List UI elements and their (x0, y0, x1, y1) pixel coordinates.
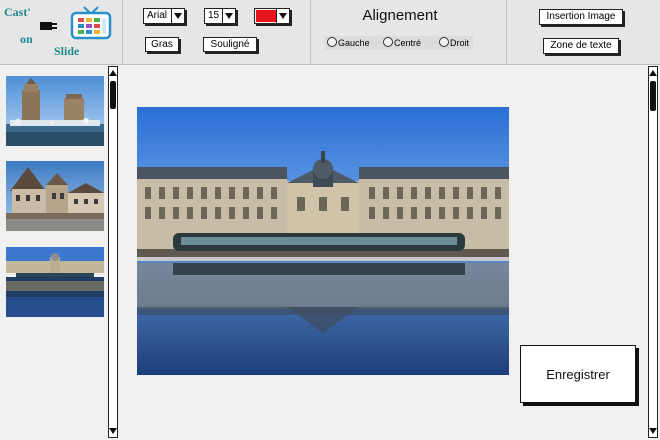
font-select[interactable]: Arial (143, 8, 185, 24)
color-select[interactable] (254, 8, 290, 24)
underline-button[interactable]: Souligné (203, 37, 257, 52)
chevron-down-icon[interactable] (222, 9, 235, 23)
logo-text-slide: Slide (54, 44, 80, 58)
logo-text-on: on (20, 32, 33, 46)
textbox-button[interactable]: Zone de texte (543, 38, 619, 54)
scroll-down-icon[interactable] (109, 426, 117, 436)
scroll-up-icon[interactable] (649, 68, 657, 78)
radio-circle-icon (383, 37, 393, 47)
align-center-radio[interactable]: Centré (383, 37, 421, 48)
slide-thumb-2[interactable] (6, 161, 104, 231)
radio-circle-icon (439, 37, 449, 47)
scroll-up-icon[interactable] (109, 68, 117, 78)
chevron-down-icon[interactable] (276, 9, 289, 23)
chevron-down-icon[interactable] (171, 9, 184, 23)
tv-icon (70, 6, 112, 40)
divider (506, 0, 507, 64)
plug-icon (40, 22, 57, 30)
slide-image[interactable] (137, 107, 509, 375)
align-left-radio[interactable]: Gauche (327, 37, 370, 48)
slide-thumb-2-image (6, 161, 104, 231)
align-right-radio[interactable]: Droit (439, 37, 469, 48)
save-button[interactable]: Enregistrer (520, 345, 636, 403)
divider (310, 0, 311, 64)
divider (122, 0, 123, 64)
slide-image-content (137, 107, 509, 375)
color-swatch (256, 10, 278, 22)
scrollbar-thumb[interactable] (650, 81, 656, 111)
align-center-label: Centré (394, 38, 422, 48)
slide-thumb-3-image (6, 247, 104, 317)
alignment-radio-group: Gauche Centré Droit (325, 36, 473, 50)
slide-thumb-1-image (6, 76, 104, 146)
logo-text-cast: Cast' (4, 5, 31, 19)
bold-button[interactable]: Gras (145, 37, 179, 52)
radio-circle-icon (327, 37, 337, 47)
align-left-label: Gauche (338, 38, 370, 48)
font-size-select[interactable]: 15 (204, 8, 236, 24)
editor-scrollbar[interactable] (648, 66, 658, 438)
slide-thumb-1[interactable] (6, 76, 104, 146)
font-select-value: Arial (147, 10, 168, 21)
align-right-label: Droit (450, 38, 470, 48)
scroll-down-icon[interactable] (649, 426, 657, 436)
slides-scrollbar[interactable] (108, 66, 118, 438)
alignment-title: Alignement (362, 7, 438, 24)
font-size-value: 15 (208, 10, 220, 21)
slide-thumb-3[interactable] (6, 247, 104, 317)
scrollbar-thumb[interactable] (110, 81, 116, 109)
insert-image-button[interactable]: Insertion Image (539, 9, 623, 25)
logo: Cast' on Slide (0, 0, 118, 62)
